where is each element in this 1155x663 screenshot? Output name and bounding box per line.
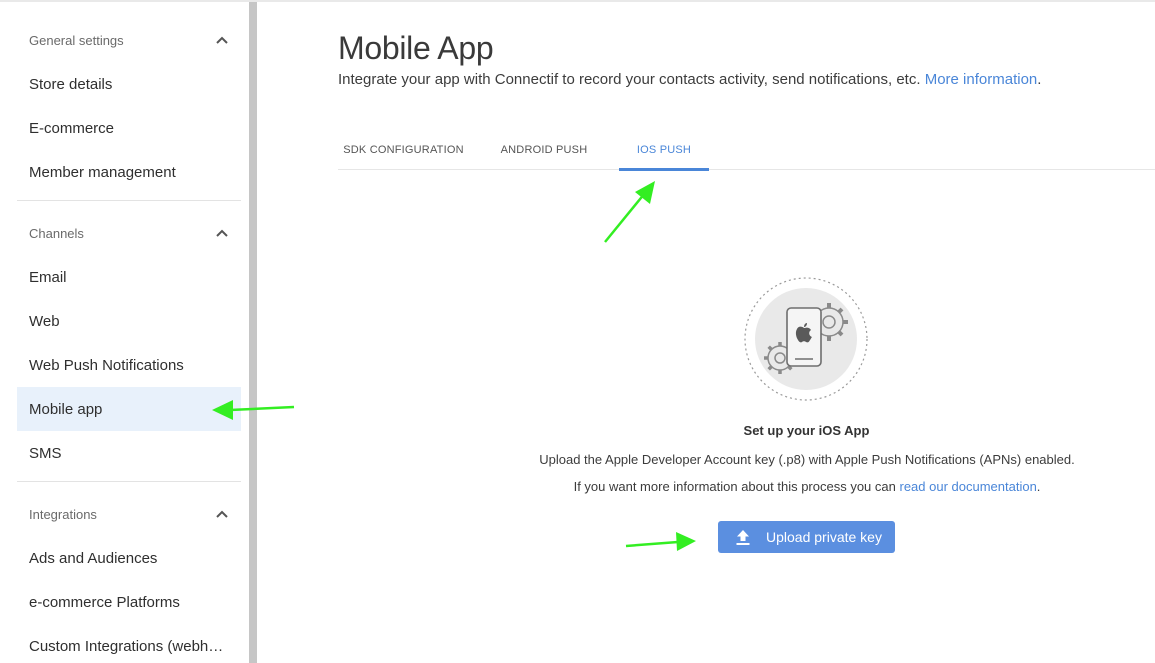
section-title: Integrations [29,506,97,522]
sidebar-item-ads-and-audiences[interactable]: Ads and Audiences [17,536,241,580]
sidebar-item-web-push-notifications[interactable]: Web Push Notifications [17,343,241,387]
chevron-up-icon[interactable] [215,33,229,47]
tab-bar: SDK CONFIGURATION ANDROID PUSH IOS PUSH [338,130,1155,171]
chevron-up-icon[interactable] [215,507,229,521]
sidebar-item-sms[interactable]: SMS [17,431,241,475]
sidebar-item-member-management[interactable]: Member management [17,150,241,194]
sidebar-divider [17,481,241,482]
tab-ios-push[interactable]: IOS PUSH [619,130,709,171]
section-header-general-settings[interactable]: General settings [17,20,241,60]
section-header-channels[interactable]: Channels [17,213,241,253]
section-title: General settings [29,32,124,48]
section-header-integrations[interactable]: Integrations [17,494,241,534]
sidebar-item-custom-integrations[interactable]: Custom Integrations (webh… [17,624,241,663]
section-title: Channels [29,225,84,241]
setup-instructions: Upload the Apple Developer Account key (… [539,452,1075,467]
sidebar-item-mobile-app[interactable]: Mobile app [17,387,241,431]
upload-private-key-button[interactable]: Upload private key [718,521,895,553]
page-title: Mobile App [338,30,494,66]
apple-phone-gears-icon [744,277,868,401]
sidebar-item-store-details[interactable]: Store details [17,62,241,106]
sidebar-item-e-commerce[interactable]: E-commerce [17,106,241,150]
sidebar-divider [17,200,241,201]
chevron-up-icon[interactable] [215,226,229,240]
sidebar-scrollbar[interactable] [249,2,257,663]
main-content: Mobile App Integrate your app with Conne… [257,2,1155,663]
more-information-link[interactable]: More information [925,71,1038,88]
setup-documentation-line: If you want more information about this … [573,479,1041,494]
sidebar-item-email[interactable]: Email [17,255,241,299]
page-description: Integrate your app with Connectif to rec… [338,71,1042,88]
setup-title: Set up your iOS App [743,423,870,438]
tab-android-push[interactable]: ANDROID PUSH [491,130,597,170]
tab-sdk-configuration[interactable]: SDK CONFIGURATION [338,130,469,170]
read-documentation-link[interactable]: read our documentation [899,479,1036,494]
sidebar-item-web[interactable]: Web [17,299,241,343]
upload-icon [736,530,750,545]
upload-button-label: Upload private key [766,529,882,545]
settings-sidebar: General settings Store details E-commerc… [0,2,249,663]
sidebar-item-ecommerce-platforms[interactable]: e-commerce Platforms [17,580,241,624]
